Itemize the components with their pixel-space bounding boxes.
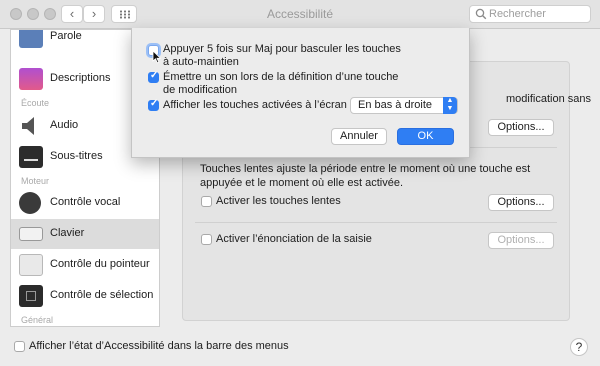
slow-keys-label: Activer les touches lentes [216, 195, 341, 207]
show-accessibility-status-checkbox[interactable] [14, 341, 25, 352]
divider [195, 222, 557, 223]
slow-keys-description-line2: appuyée et le moment où elle est activée… [200, 177, 404, 189]
sidebar-item-label: Contrôle de sélection [50, 289, 154, 301]
preferences-window: ‹ › Accessibilité Parole Descriptions Éc… [0, 0, 600, 366]
sidebar-item-label: Sous-titres [50, 150, 103, 162]
speech-icon [19, 30, 43, 48]
show-keys-label: Afficher les touches activées à l’écran … [163, 99, 353, 111]
section-header-moteur: Moteur [21, 176, 50, 186]
modifier-sound-label-line2: de modification [163, 84, 237, 96]
slow-keys-description-line1: Touches lentes ajuste la période entre l… [200, 163, 531, 175]
sidebar-item-controle-de-selection[interactable]: Contrôle de sélection [11, 281, 159, 311]
mouse-cursor-icon [152, 50, 162, 64]
popup-arrows-icon: ▲ ▼ [443, 97, 457, 114]
cancel-button[interactable]: Annuler [331, 128, 387, 145]
switch-control-icon [19, 285, 43, 307]
sidebar-item-controle-du-pointeur[interactable]: Contrôle du pointeur [11, 250, 159, 280]
voice-control-icon [19, 192, 41, 214]
sidebar-item-label: Parole [50, 30, 82, 42]
keyboard-icon [19, 227, 43, 241]
section-header-general: Général [21, 315, 54, 325]
subtitles-icon [19, 146, 43, 168]
partial-text: modification sans [506, 93, 591, 105]
speaker-icon [22, 117, 34, 135]
search-icon [475, 8, 487, 20]
show-keys-checkbox[interactable] [148, 98, 159, 111]
typing-feedback-options-button[interactable]: Options... [488, 232, 554, 249]
modifier-sound-checkbox[interactable] [148, 70, 159, 83]
slow-keys-options-button[interactable]: Options... [488, 194, 554, 211]
ok-button[interactable]: OK [397, 128, 454, 145]
pointer-icon [19, 254, 43, 276]
show-accessibility-status-label: Afficher l’état d’Accessibilité dans la … [29, 340, 289, 352]
section-header-ecoute: Écoute [21, 98, 50, 108]
sidebar-item-label: Contrôle du pointeur [50, 258, 150, 270]
sidebar-item-controle-vocal[interactable]: Contrôle vocal [11, 188, 159, 218]
shift-toggle-label-line1: Appuyer 5 fois sur Maj pour basculer les… [163, 43, 401, 55]
sidebar-item-label: Descriptions [50, 72, 111, 84]
shift-toggle-label-line2: à auto-maintien [163, 56, 239, 68]
sidebar-item-label: Audio [50, 119, 79, 131]
typing-feedback-label: Activer l’énonciation de la saisie [216, 233, 372, 245]
title-bar: ‹ › Accessibilité [0, 0, 600, 29]
sidebar-item-label: Clavier [50, 227, 85, 239]
modifier-sound-label-line1: Émettre un son lors de la définition d’u… [163, 71, 399, 83]
search-input[interactable] [489, 7, 585, 21]
position-popup[interactable]: En bas à droite ▲ ▼ [350, 97, 458, 114]
typing-feedback-checkbox[interactable] [201, 234, 212, 245]
sticky-keys-options-button[interactable]: Options... [488, 119, 554, 136]
search-field[interactable] [469, 5, 591, 23]
position-popup-value: En bas à droite [358, 99, 432, 111]
descriptions-icon [19, 68, 43, 90]
sticky-keys-options-sheet: Appuyer 5 fois sur Maj pour basculer les… [131, 28, 470, 158]
help-button[interactable]: ? [570, 338, 588, 356]
sidebar-item-clavier[interactable]: Clavier [11, 219, 159, 249]
slow-keys-checkbox[interactable] [201, 196, 212, 207]
sidebar-item-label: Contrôle vocal [50, 196, 121, 208]
